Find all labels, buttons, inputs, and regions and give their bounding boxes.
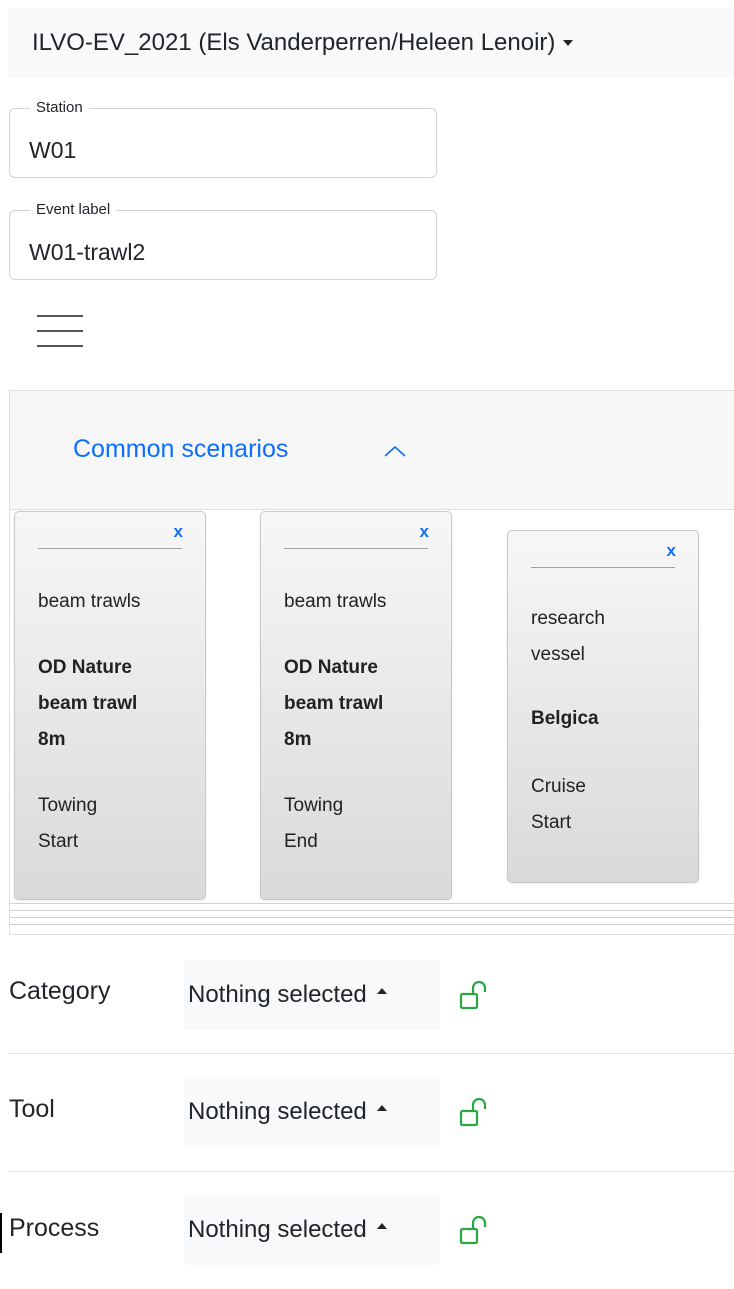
card-process-line: Cruise <box>531 776 586 797</box>
card-process-line: Towing <box>284 795 344 816</box>
event-label-label: Event label <box>30 201 117 218</box>
cruise-dropdown-label: ILVO-EV_2021 (Els Vanderperren/Heleen Le… <box>32 29 556 56</box>
close-icon[interactable]: x <box>667 541 676 561</box>
cruise-dropdown[interactable]: ILVO-EV_2021 (Els Vanderperren/Heleen Le… <box>8 8 734 78</box>
card-divider <box>531 567 675 568</box>
card-tool: Belgica <box>531 708 599 729</box>
unlock-icon[interactable] <box>459 979 489 1011</box>
process-select-value: Nothing selected <box>188 1216 367 1243</box>
event-label-input[interactable] <box>29 239 409 266</box>
scenario-card[interactable]: x beam trawls OD Nature beam trawl 8m To… <box>14 511 206 900</box>
category-select[interactable]: Nothing selected <box>184 960 440 1030</box>
card-process-line: Start <box>531 812 572 833</box>
card-process-line: Towing <box>38 795 98 816</box>
card-tool-line: OD Nature <box>38 657 132 678</box>
process-label: Process <box>9 1214 100 1242</box>
card-tool-line: beam trawl <box>38 693 138 714</box>
card-process-line: Start <box>38 831 79 852</box>
card-tool-line: 8m <box>284 729 312 750</box>
close-icon[interactable]: x <box>420 522 429 542</box>
text-cursor <box>0 1213 2 1253</box>
station-label: Station <box>30 99 89 116</box>
scenario-card[interactable]: x research vessel Belgica Cruise Start <box>507 530 699 883</box>
category-row: Category Nothing selected <box>0 936 734 1054</box>
tool-label: Tool <box>9 1095 55 1123</box>
common-scenarios-accordion: Common scenarios x beam trawls OD Nature… <box>9 390 734 935</box>
tool-row: Tool Nothing selected <box>0 1053 734 1171</box>
card-divider <box>38 548 182 549</box>
close-icon[interactable]: x <box>174 522 183 542</box>
process-row: Process Nothing selected <box>0 1171 734 1289</box>
hamburger-icon[interactable] <box>37 311 83 351</box>
unlock-icon[interactable] <box>459 1096 489 1128</box>
category-select-value: Nothing selected <box>188 981 367 1008</box>
card-divider <box>284 548 428 549</box>
unlock-icon[interactable] <box>459 1214 489 1246</box>
common-scenarios-header[interactable]: Common scenarios <box>10 391 734 510</box>
scroll-rails <box>10 903 734 931</box>
caret-down-icon <box>563 40 574 46</box>
event-label-field[interactable]: Event label <box>9 201 437 280</box>
category-label: Category <box>9 977 111 1005</box>
card-category-line: vessel <box>531 644 585 665</box>
card-category: beam trawls <box>38 591 141 612</box>
caret-up-icon <box>376 988 387 994</box>
scenario-card[interactable]: x beam trawls OD Nature beam trawl 8m To… <box>260 511 452 900</box>
card-tool-line: 8m <box>38 729 66 750</box>
tool-select[interactable]: Nothing selected <box>184 1077 440 1147</box>
station-field[interactable]: Station <box>9 99 437 178</box>
caret-up-icon <box>376 1105 387 1111</box>
card-tool-line: OD Nature <box>284 657 378 678</box>
common-scenarios-title: Common scenarios <box>73 435 289 463</box>
station-input[interactable] <box>29 137 409 164</box>
card-category-line: research <box>531 608 605 629</box>
process-select[interactable]: Nothing selected <box>184 1195 440 1265</box>
card-process-line: End <box>284 831 318 852</box>
caret-up-icon <box>376 1223 387 1229</box>
tool-select-value: Nothing selected <box>188 1098 367 1125</box>
card-tool-line: beam trawl <box>284 693 384 714</box>
card-category: beam trawls <box>284 591 387 612</box>
chevron-up-icon <box>384 445 406 457</box>
